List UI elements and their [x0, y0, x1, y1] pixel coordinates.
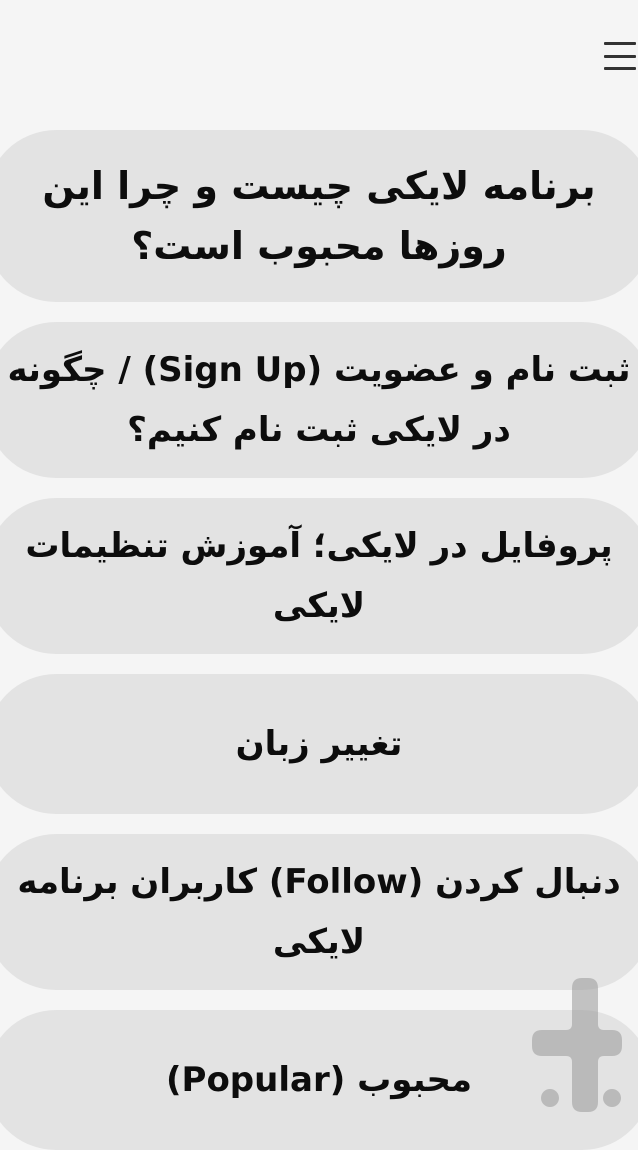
menu-item-change-language[interactable]: تغییر زبان [0, 674, 638, 814]
menu-item-label: برنامه لایکی چیست و چرا این روزها محبوب … [42, 164, 596, 268]
menu-bar-top [604, 42, 636, 45]
menu-item-profile-settings[interactable]: پروفایل در لایکی؛ آموزش تنظیمات لایکی [0, 498, 638, 654]
menu-item-label: محبوب (Popular) [165, 1060, 473, 1100]
cafebazaar-logo-icon [532, 978, 622, 1112]
hamburger-menu-icon[interactable] [604, 42, 636, 70]
menu-item-sign-up[interactable]: ثبت نام و عضویت (Sign Up) / چگونه در لای… [0, 322, 638, 478]
menu-item-what-is-likee[interactable]: برنامه لایکی چیست و چرا این روزها محبوب … [0, 130, 638, 302]
menu-item-label: دنبال کردن (Follow) کاربران برنامه لایکی [17, 862, 621, 962]
menu-bar-middle [604, 54, 636, 58]
menu-bar-bottom [604, 67, 636, 70]
menu-item-label: تغییر زبان [235, 724, 403, 764]
menu-item-label: پروفایل در لایکی؛ آموزش تنظیمات لایکی [25, 526, 613, 626]
menu-item-follow-users[interactable]: دنبال کردن (Follow) کاربران برنامه لایکی [0, 834, 638, 990]
menu-item-label: ثبت نام و عضویت (Sign Up) / چگونه در لای… [7, 350, 631, 450]
